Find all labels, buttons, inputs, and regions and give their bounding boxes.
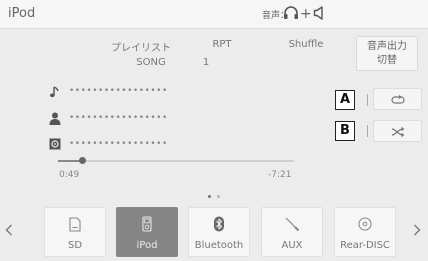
chevron-left-icon — [5, 222, 13, 240]
album-icon — [48, 137, 62, 151]
elapsed-time: 0:49 — [59, 170, 80, 180]
page-dot — [208, 195, 211, 198]
source-label-bluetooth: Bluetooth — [194, 240, 244, 251]
track-title-text: ••••••••••••••••• — [69, 86, 168, 96]
source-selector-bar: SD iPod Bluetooth AUX Rear-DISC — [0, 202, 428, 261]
track-artist-text: ••••••••••••••••• — [69, 113, 168, 123]
callout-b-divider — [367, 125, 368, 137]
bluetooth-icon — [189, 215, 249, 233]
track-album-row: ••••••••••••••••• — [48, 137, 168, 151]
page-dot — [217, 195, 220, 198]
artist-icon — [48, 111, 62, 125]
shuffle-button[interactable] — [373, 120, 422, 142]
aux-cable-icon — [262, 215, 322, 233]
app-title: iPod — [8, 6, 36, 21]
page-indicator — [0, 195, 428, 201]
header-bar: iPod 音声： + — [0, 0, 428, 29]
playlist-label: プレイリスト — [111, 43, 171, 54]
source-label-sd: SD — [67, 240, 83, 251]
source-button-bluetooth[interactable]: Bluetooth — [188, 207, 250, 257]
ipod-icon — [117, 215, 177, 233]
shuffle-label: Shuffle — [288, 39, 324, 50]
remaining-time: -7:21 — [268, 170, 292, 180]
track-title-row: ••••••••••••••••• — [48, 84, 168, 98]
repeat-icon — [390, 90, 405, 109]
sd-card-icon — [45, 215, 105, 233]
shuffle-icon — [391, 122, 405, 141]
source-label-ipod: iPod — [136, 240, 158, 251]
speaker-icon — [313, 5, 325, 24]
track-album-text: ••••••••••••••••• — [69, 139, 168, 149]
scroll-right-button[interactable] — [409, 220, 425, 242]
scroll-left-button[interactable] — [1, 220, 17, 242]
track-artist-row: ••••••••••••••••• — [48, 111, 168, 125]
source-button-aux[interactable]: AUX — [261, 207, 323, 257]
audio-output-indicator: + — [283, 4, 325, 24]
source-label-rear-disc: Rear-DISC — [340, 240, 390, 251]
audio-output-switch-button[interactable]: 音声出力 切替 — [356, 36, 418, 71]
rpt-value: 1 — [202, 57, 210, 68]
source-button-ipod[interactable]: iPod — [116, 207, 178, 257]
source-button-sd[interactable]: SD — [44, 207, 106, 257]
rpt-label: RPT — [212, 39, 232, 50]
headphones-icon — [283, 5, 299, 24]
ipod-audio-screen: iPod 音声： + プレイリスト RPT Shuffle SONG 1 音声出… — [0, 0, 428, 261]
source-button-rear-disc[interactable]: Rear-DISC — [334, 207, 396, 257]
audio-output-switch-line2: 切替 — [377, 55, 397, 66]
playlist-value: SONG — [136, 57, 166, 68]
callout-label-a: A — [335, 90, 355, 110]
playback-progress-bar[interactable] — [58, 157, 294, 164]
audio-output-separator: + — [300, 6, 312, 22]
source-label-aux: AUX — [281, 240, 303, 251]
repeat-button[interactable] — [373, 88, 422, 110]
progress-handle[interactable] — [78, 157, 86, 164]
music-note-icon — [48, 84, 62, 98]
chevron-right-icon — [413, 222, 421, 240]
disc-icon — [335, 215, 395, 233]
audio-output-switch-line1: 音声出力 — [367, 41, 407, 52]
callout-a-divider — [367, 94, 368, 106]
callout-label-b: B — [335, 121, 355, 141]
